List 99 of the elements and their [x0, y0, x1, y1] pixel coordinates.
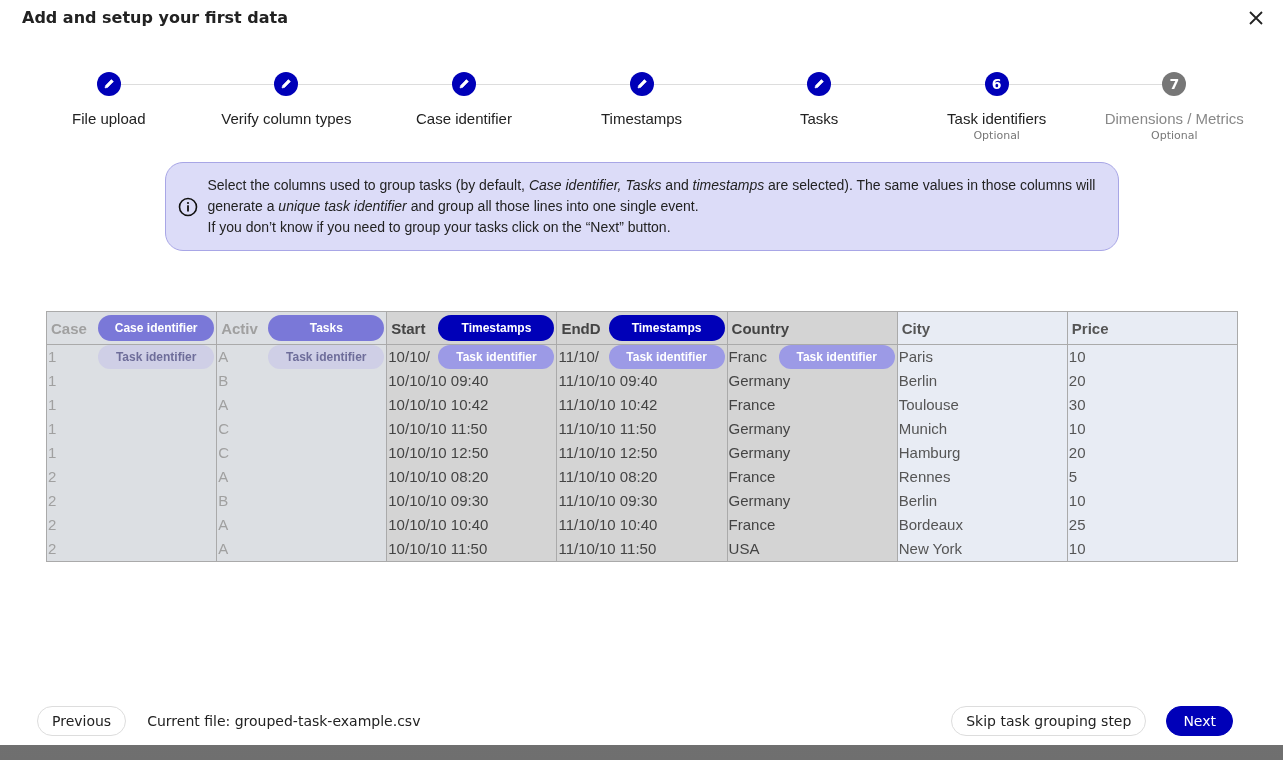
- table-cell: B: [218, 372, 229, 389]
- info-text: Select the columns used to group tasks (by default, Case identifier, Tasks and timestamps are selected). The same values in those columns will generate a unique task identifier and group all those lines into one single event.: [207, 176, 1097, 216]
- pencil-icon[interactable]: [96, 72, 121, 96]
- table-cell: Berlin: [898, 492, 938, 509]
- pencil-icon[interactable]: [274, 72, 299, 96]
- table-cell: Germany: [728, 372, 791, 389]
- table-cell: B: [218, 492, 229, 509]
- table-cell: A: [218, 396, 229, 413]
- step-note: Optional: [1151, 129, 1198, 142]
- table-cell: A: [218, 348, 229, 365]
- column-role-tag[interactable]: Timestamps: [438, 315, 555, 341]
- column-role-tag[interactable]: Timestamps: [608, 315, 725, 341]
- table-cell: Franc: [728, 348, 767, 365]
- column-header: City: [901, 319, 931, 337]
- table-cell: 10/10/10 12:50: [388, 444, 489, 461]
- table-cell: 1: [48, 348, 57, 365]
- table-cell: 10/10/10 10:42: [388, 396, 489, 413]
- table-cell: 2: [48, 492, 57, 509]
- table-cell: Berlin: [898, 372, 938, 389]
- pencil-icon[interactable]: [807, 72, 832, 96]
- table-cell: 10/10/: [388, 348, 430, 365]
- table-cell: 10/10/10 11:50: [388, 420, 488, 437]
- column-header: Start: [391, 319, 426, 337]
- table-cell: 10/10/10 09:40: [388, 372, 489, 389]
- table-cell: 10: [1068, 348, 1086, 365]
- skip-button[interactable]: Skip task grouping step: [951, 706, 1147, 736]
- table-cell: France: [728, 396, 776, 413]
- pencil-icon[interactable]: [451, 72, 476, 96]
- info-icon: [177, 196, 198, 217]
- table-cell: 10/10/10 11:50: [388, 540, 488, 557]
- table-cell: USA: [728, 540, 760, 557]
- table-cell: A: [218, 516, 229, 533]
- table-cell: 5: [1068, 468, 1078, 485]
- table-cell: 1: [48, 372, 57, 389]
- table-cell: Paris: [898, 348, 933, 365]
- table-cell: 10: [1068, 492, 1086, 509]
- table-cell: A: [218, 468, 229, 485]
- dialog-title: Add and setup your first data: [22, 8, 288, 27]
- table-cell: 30: [1068, 396, 1086, 413]
- table-cell: Germany: [728, 492, 791, 509]
- column-header: Activ: [221, 319, 258, 337]
- table-cell: Rennes: [898, 468, 951, 485]
- table-cell: 10/10/10 10:40: [388, 516, 489, 533]
- next-button[interactable]: Next: [1166, 706, 1233, 736]
- table-cell: Toulouse: [898, 396, 959, 413]
- table-cell: 10/10/10 08:20: [388, 468, 489, 485]
- table-cell: 11/10/10 09:30: [558, 492, 658, 509]
- table-cell: A: [218, 540, 229, 557]
- column-header: Price: [1071, 319, 1109, 337]
- table-cell: 20: [1068, 444, 1086, 461]
- table-cell: Germany: [728, 420, 791, 437]
- info-text: If you don’t know if you need to group your tasks click on the “Next” button.: [207, 218, 672, 237]
- table-cell: Bordeaux: [898, 516, 963, 533]
- table-cell: Germany: [728, 444, 791, 461]
- step-number: 6: [984, 72, 1009, 96]
- table-cell: 2: [48, 540, 57, 557]
- table-cell: 11/10/10 10:40: [558, 516, 658, 533]
- column-header: EndD: [561, 319, 601, 337]
- table-cell: France: [728, 516, 776, 533]
- table-cell: 10: [1068, 540, 1086, 557]
- table-cell: 11/10/10 10:42: [558, 396, 658, 413]
- table-cell: New York: [898, 540, 963, 557]
- table-cell: Munich: [898, 420, 948, 437]
- table-cell: Hamburg: [898, 444, 961, 461]
- step-label[interactable]: Case identifier: [416, 110, 512, 127]
- column-header: Country: [731, 319, 790, 337]
- table-cell: 11/10/10 12:50: [558, 444, 658, 461]
- pencil-icon[interactable]: [629, 72, 654, 96]
- column-header: Case: [51, 319, 87, 337]
- close-icon[interactable]: [1247, 8, 1265, 27]
- step-label[interactable]: Timestamps: [600, 110, 683, 127]
- step-note: Optional: [973, 129, 1020, 142]
- table-cell: 11/10/10 08:20: [558, 468, 658, 485]
- table-cell: 1: [48, 396, 57, 413]
- table-cell: C: [218, 444, 229, 461]
- table-cell: 2: [48, 468, 57, 485]
- table-cell: 11/10/10 09:40: [558, 372, 658, 389]
- step-label[interactable]: Verify column types: [221, 110, 352, 127]
- table-cell: 1: [48, 420, 57, 437]
- step-label[interactable]: Tasks: [799, 110, 839, 127]
- column-role-tag[interactable]: Case identifier: [98, 315, 215, 341]
- table-cell: France: [728, 468, 776, 485]
- table-cell: 10: [1068, 420, 1086, 437]
- table-cell: 20: [1068, 372, 1086, 389]
- step-label[interactable]: Task identifiers: [947, 110, 1047, 127]
- step-label[interactable]: File upload: [72, 110, 146, 127]
- table-cell: C: [218, 420, 229, 437]
- step-label[interactable]: Dimensions / Metrics: [1104, 110, 1244, 127]
- table-cell: 25: [1068, 516, 1086, 533]
- current-file-label: Current file: grouped-task-example.csv: [147, 713, 421, 729]
- table-cell: 11/10/10 11:50: [558, 540, 657, 557]
- table-cell: 1: [48, 444, 57, 461]
- table-cell: 11/10/10 11:50: [558, 420, 657, 437]
- table-cell: 11/10/: [558, 348, 599, 365]
- column-role-tag[interactable]: Tasks: [268, 315, 385, 341]
- table-cell: 10/10/10 09:30: [388, 492, 489, 509]
- previous-button[interactable]: Previous: [37, 706, 127, 736]
- table-cell: 2: [48, 516, 57, 533]
- step-number: 7: [1162, 72, 1187, 96]
